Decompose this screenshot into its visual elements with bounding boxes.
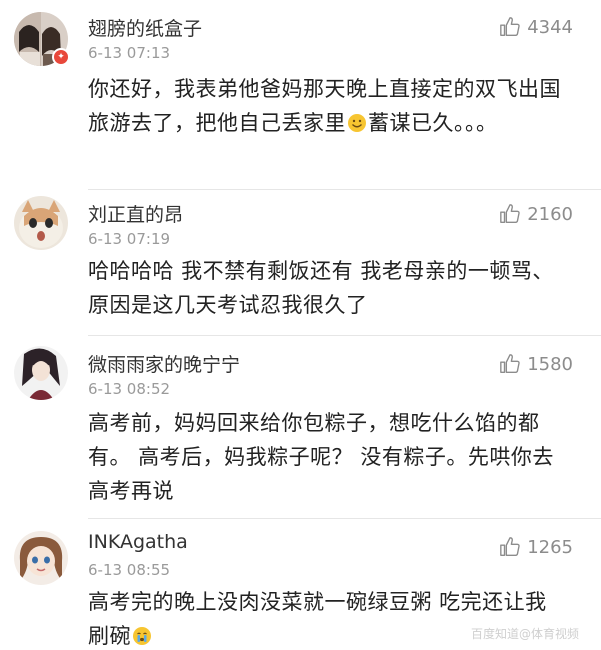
timestamp: 6-13 07:13	[88, 44, 171, 62]
thumbs-up-icon	[500, 17, 520, 36]
timestamp: 6-13 07:19	[88, 230, 171, 248]
comment-text: 你还好，我表弟他爸妈那天晚上直接定的双飞出国旅游去了，把他自己丢家里 蓄谋已久。。…	[88, 72, 568, 140]
avatar[interactable]	[14, 196, 68, 250]
comment-item: 微雨雨家的晚宁宁 6-13 08:52 1580 高考前，妈妈回来给你包粽子，想…	[0, 336, 601, 516]
like-count: 2160	[527, 203, 573, 225]
timestamp: 6-13 08:55	[88, 561, 171, 579]
thumbs-up-icon	[500, 204, 520, 223]
like-count: 1265	[527, 536, 573, 558]
avatar-image	[14, 196, 68, 250]
like-button[interactable]: 4344	[499, 16, 573, 38]
username[interactable]: INKAgatha	[88, 531, 188, 553]
like-button[interactable]: 2160	[499, 203, 573, 225]
watermark: 百度知道@体育视频	[470, 627, 579, 641]
comment-item: 刘正直的昂 6-13 07:19 2160 哈哈哈哈 我不禁有剩饭还有 我老母亲…	[0, 190, 601, 335]
username[interactable]: 翅膀的纸盒子	[88, 14, 202, 41]
comment-text: 哈哈哈哈 我不禁有剩饭还有 我老母亲的一顿骂、原因是这几天考试忍我很久了	[88, 259, 554, 317]
avatar[interactable]	[14, 531, 68, 585]
like-count: 4344	[527, 16, 573, 38]
avatar-image	[14, 346, 68, 400]
comment-item: ✦ 翅膀的纸盒子 6-13 07:13 4344 你还好，我表弟他爸妈那天晚上直…	[0, 0, 601, 190]
like-button[interactable]: 1580	[499, 353, 573, 375]
comment-text-part: 蓄谋已久。。。	[368, 111, 498, 135]
smile-emoji-icon	[348, 114, 366, 132]
thumbs-up-icon	[500, 537, 520, 556]
avatar[interactable]	[14, 346, 68, 400]
comment-text: 高考前，妈妈回来给你包粽子，想吃什么馅的都有。 高考后，妈我粽子呢？ 没有粽子。…	[88, 411, 554, 503]
thumbs-up-icon	[500, 354, 520, 373]
like-count: 1580	[527, 353, 573, 375]
avatar-image	[14, 531, 68, 585]
username[interactable]: 微雨雨家的晚宁宁	[88, 350, 240, 377]
timestamp: 6-13 08:52	[88, 380, 171, 398]
like-button[interactable]: 1265	[499, 536, 573, 558]
verified-badge: ✦	[52, 48, 70, 66]
username[interactable]: 刘正直的昂	[88, 200, 183, 227]
crying-emoji-icon	[133, 627, 151, 645]
